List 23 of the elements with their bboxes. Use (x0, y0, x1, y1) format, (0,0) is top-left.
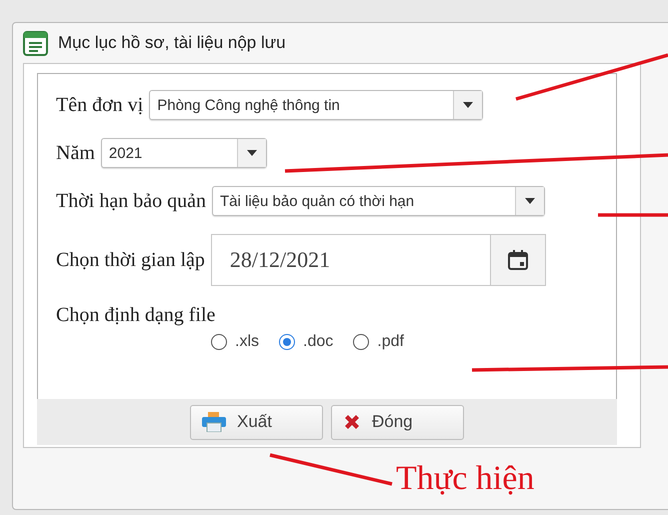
export-button[interactable]: Xuất (190, 404, 323, 440)
printer-icon (201, 412, 227, 432)
field-label: Chọn định dạng file (56, 304, 216, 327)
window-title: Mục lục hồ sơ, tài liệu nộp lưu (58, 33, 286, 53)
radio-option[interactable]: .xls (211, 333, 259, 351)
dropdown-field[interactable]: Phòng Công nghệ thông tin (149, 90, 484, 120)
form-icon (23, 30, 48, 56)
field-label: Thời hạn bảo quản (56, 190, 206, 212)
field-label: Năm (56, 142, 95, 164)
close-button[interactable]: Đóng (331, 404, 464, 440)
leader-line (598, 213, 668, 217)
annotation-label: Thực hiện (396, 460, 534, 498)
date-field[interactable]: 28/12/2021 (210, 234, 546, 286)
dropdown-field[interactable]: 2021 (100, 138, 267, 168)
field-label: Chọn thời gian lập (56, 248, 205, 272)
radio-option[interactable]: .doc (279, 333, 334, 351)
dropdown-icon (524, 198, 535, 204)
calendar-icon[interactable] (506, 249, 529, 271)
field-label: Tên đơn vị (56, 94, 144, 116)
radio-option[interactable]: .pdf (353, 333, 404, 351)
dropdown-icon (246, 150, 257, 156)
dropdown-field[interactable]: Tài liệu bảo quản có thời hạn (212, 186, 545, 216)
dropdown-icon (463, 102, 474, 108)
